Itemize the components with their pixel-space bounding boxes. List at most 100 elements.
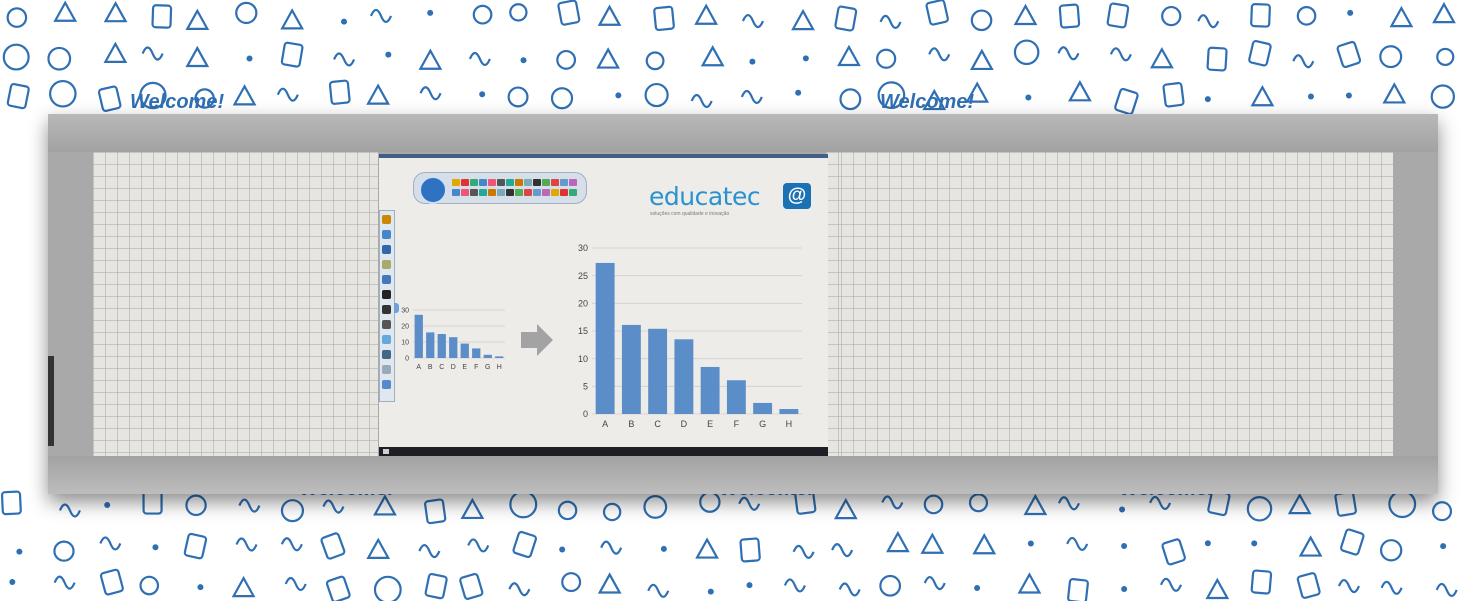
- doodle-mark: [645, 51, 665, 71]
- doodle-mark: [1389, 5, 1414, 28]
- doodle-mark: [280, 537, 303, 552]
- doodle-mark: [1106, 2, 1130, 29]
- tool-icon[interactable]: [569, 189, 577, 196]
- doodle-mark: [1436, 47, 1455, 67]
- tool-icon[interactable]: [542, 189, 550, 196]
- start-icon[interactable]: [383, 449, 389, 454]
- doodle-mark: [1250, 85, 1275, 107]
- doodle-mark: [185, 494, 207, 517]
- vertical-tool-icon[interactable]: [382, 290, 391, 299]
- vertical-tool-icon[interactable]: [382, 215, 391, 224]
- vertical-tool-icon[interactable]: [382, 275, 391, 284]
- doodle-mark: [783, 578, 806, 593]
- bar: [779, 409, 799, 414]
- doodle-mark: [509, 490, 538, 519]
- x-tick-label: D: [681, 419, 688, 429]
- x-tick-label: G: [759, 419, 766, 429]
- doodle-mark: [322, 499, 345, 514]
- bar: [437, 334, 446, 358]
- tool-icon[interactable]: [488, 189, 496, 196]
- vertical-tool-icon[interactable]: [382, 365, 391, 374]
- doodle-mark: [197, 584, 204, 591]
- tool-icon[interactable]: [506, 189, 514, 196]
- x-tick-label: F: [734, 419, 740, 429]
- tool-icon[interactable]: [479, 179, 487, 186]
- y-tick-label: 30: [401, 307, 409, 314]
- doodle-mark: [467, 538, 490, 553]
- doodle-mark: [0, 490, 22, 516]
- doodle-mark: [920, 532, 945, 554]
- tool-icon[interactable]: [524, 189, 532, 196]
- doodle-mark: [559, 546, 566, 553]
- doodle-mark: [99, 536, 122, 551]
- tool-icon[interactable]: [461, 189, 469, 196]
- tool-icon[interactable]: [551, 189, 559, 196]
- doodle-mark: [472, 4, 493, 25]
- tool-icon[interactable]: [524, 179, 532, 186]
- vertical-tool-icon[interactable]: [382, 335, 391, 344]
- doodle-mark: [925, 0, 949, 26]
- x-tick-label: B: [428, 364, 433, 371]
- vertical-tool-icon[interactable]: [382, 245, 391, 254]
- welcome-banner-text: Welcome!: [880, 91, 974, 113]
- tool-icon[interactable]: [542, 179, 550, 186]
- doodle-mark: [512, 530, 537, 559]
- welcome-banner-text: Welcome!: [130, 91, 224, 113]
- doodle-mark: [699, 491, 721, 513]
- doodle-mark: [385, 51, 392, 58]
- bar: [449, 337, 458, 358]
- tool-icon[interactable]: [497, 179, 505, 186]
- tool-icon[interactable]: [569, 179, 577, 186]
- tool-icon[interactable]: [470, 179, 478, 186]
- tool-icon[interactable]: [479, 189, 487, 196]
- vertical-tool-icon[interactable]: [382, 350, 391, 359]
- tool-icon[interactable]: [506, 179, 514, 186]
- x-tick-label: H: [786, 419, 793, 429]
- doodle-mark: [615, 92, 622, 99]
- navigation-dial-icon[interactable]: [419, 176, 447, 204]
- doodle-mark: [141, 46, 164, 61]
- doodle-mark: [183, 532, 208, 560]
- doodle-mark: [643, 495, 668, 519]
- tool-icon[interactable]: [497, 189, 505, 196]
- vertical-tool-icon[interactable]: [382, 380, 391, 389]
- tool-icon[interactable]: [551, 179, 559, 186]
- tool-icon[interactable]: [515, 179, 523, 186]
- doodle-mark: [418, 544, 441, 559]
- tool-icon[interactable]: [560, 189, 568, 196]
- doodle-mark: [53, 0, 78, 22]
- doodle-mark: [1298, 535, 1323, 557]
- tool-icon[interactable]: [452, 189, 460, 196]
- doodle-mark: [53, 540, 75, 562]
- x-tick-label: F: [474, 364, 478, 371]
- doodle-mark: [47, 46, 72, 71]
- tool-icon[interactable]: [452, 179, 460, 186]
- bar: [495, 356, 504, 358]
- doodle-mark: [1296, 572, 1321, 599]
- vertical-tool-icon[interactable]: [382, 260, 391, 269]
- vertical-tool-icon[interactable]: [382, 320, 391, 329]
- doodle-mark: [280, 8, 305, 30]
- tool-icon[interactable]: [515, 189, 523, 196]
- doodle-mark: [1013, 3, 1038, 26]
- doodle-mark: [1150, 46, 1174, 69]
- right-grid-panel: [841, 152, 1393, 456]
- doodle-mark: [373, 575, 402, 601]
- y-tick-label: 20: [578, 298, 588, 308]
- doodle-mark: [834, 5, 858, 32]
- tool-icon[interactable]: [533, 179, 541, 186]
- tool-icon[interactable]: [488, 179, 496, 186]
- x-tick-label: D: [451, 364, 456, 371]
- vertical-tool-icon[interactable]: [382, 230, 391, 239]
- tool-icon[interactable]: [470, 189, 478, 196]
- vertical-tool-icon[interactable]: [382, 305, 391, 314]
- floating-toolbar[interactable]: [413, 172, 587, 204]
- doodle-mark: [839, 88, 862, 111]
- tool-icon[interactable]: [533, 189, 541, 196]
- tool-icon[interactable]: [560, 179, 568, 186]
- doodle-mark: [923, 575, 946, 591]
- taskbar: [379, 447, 828, 456]
- doodle-mark: [597, 572, 622, 594]
- tool-icon[interactable]: [461, 179, 469, 186]
- doodle-mark: [1114, 87, 1139, 116]
